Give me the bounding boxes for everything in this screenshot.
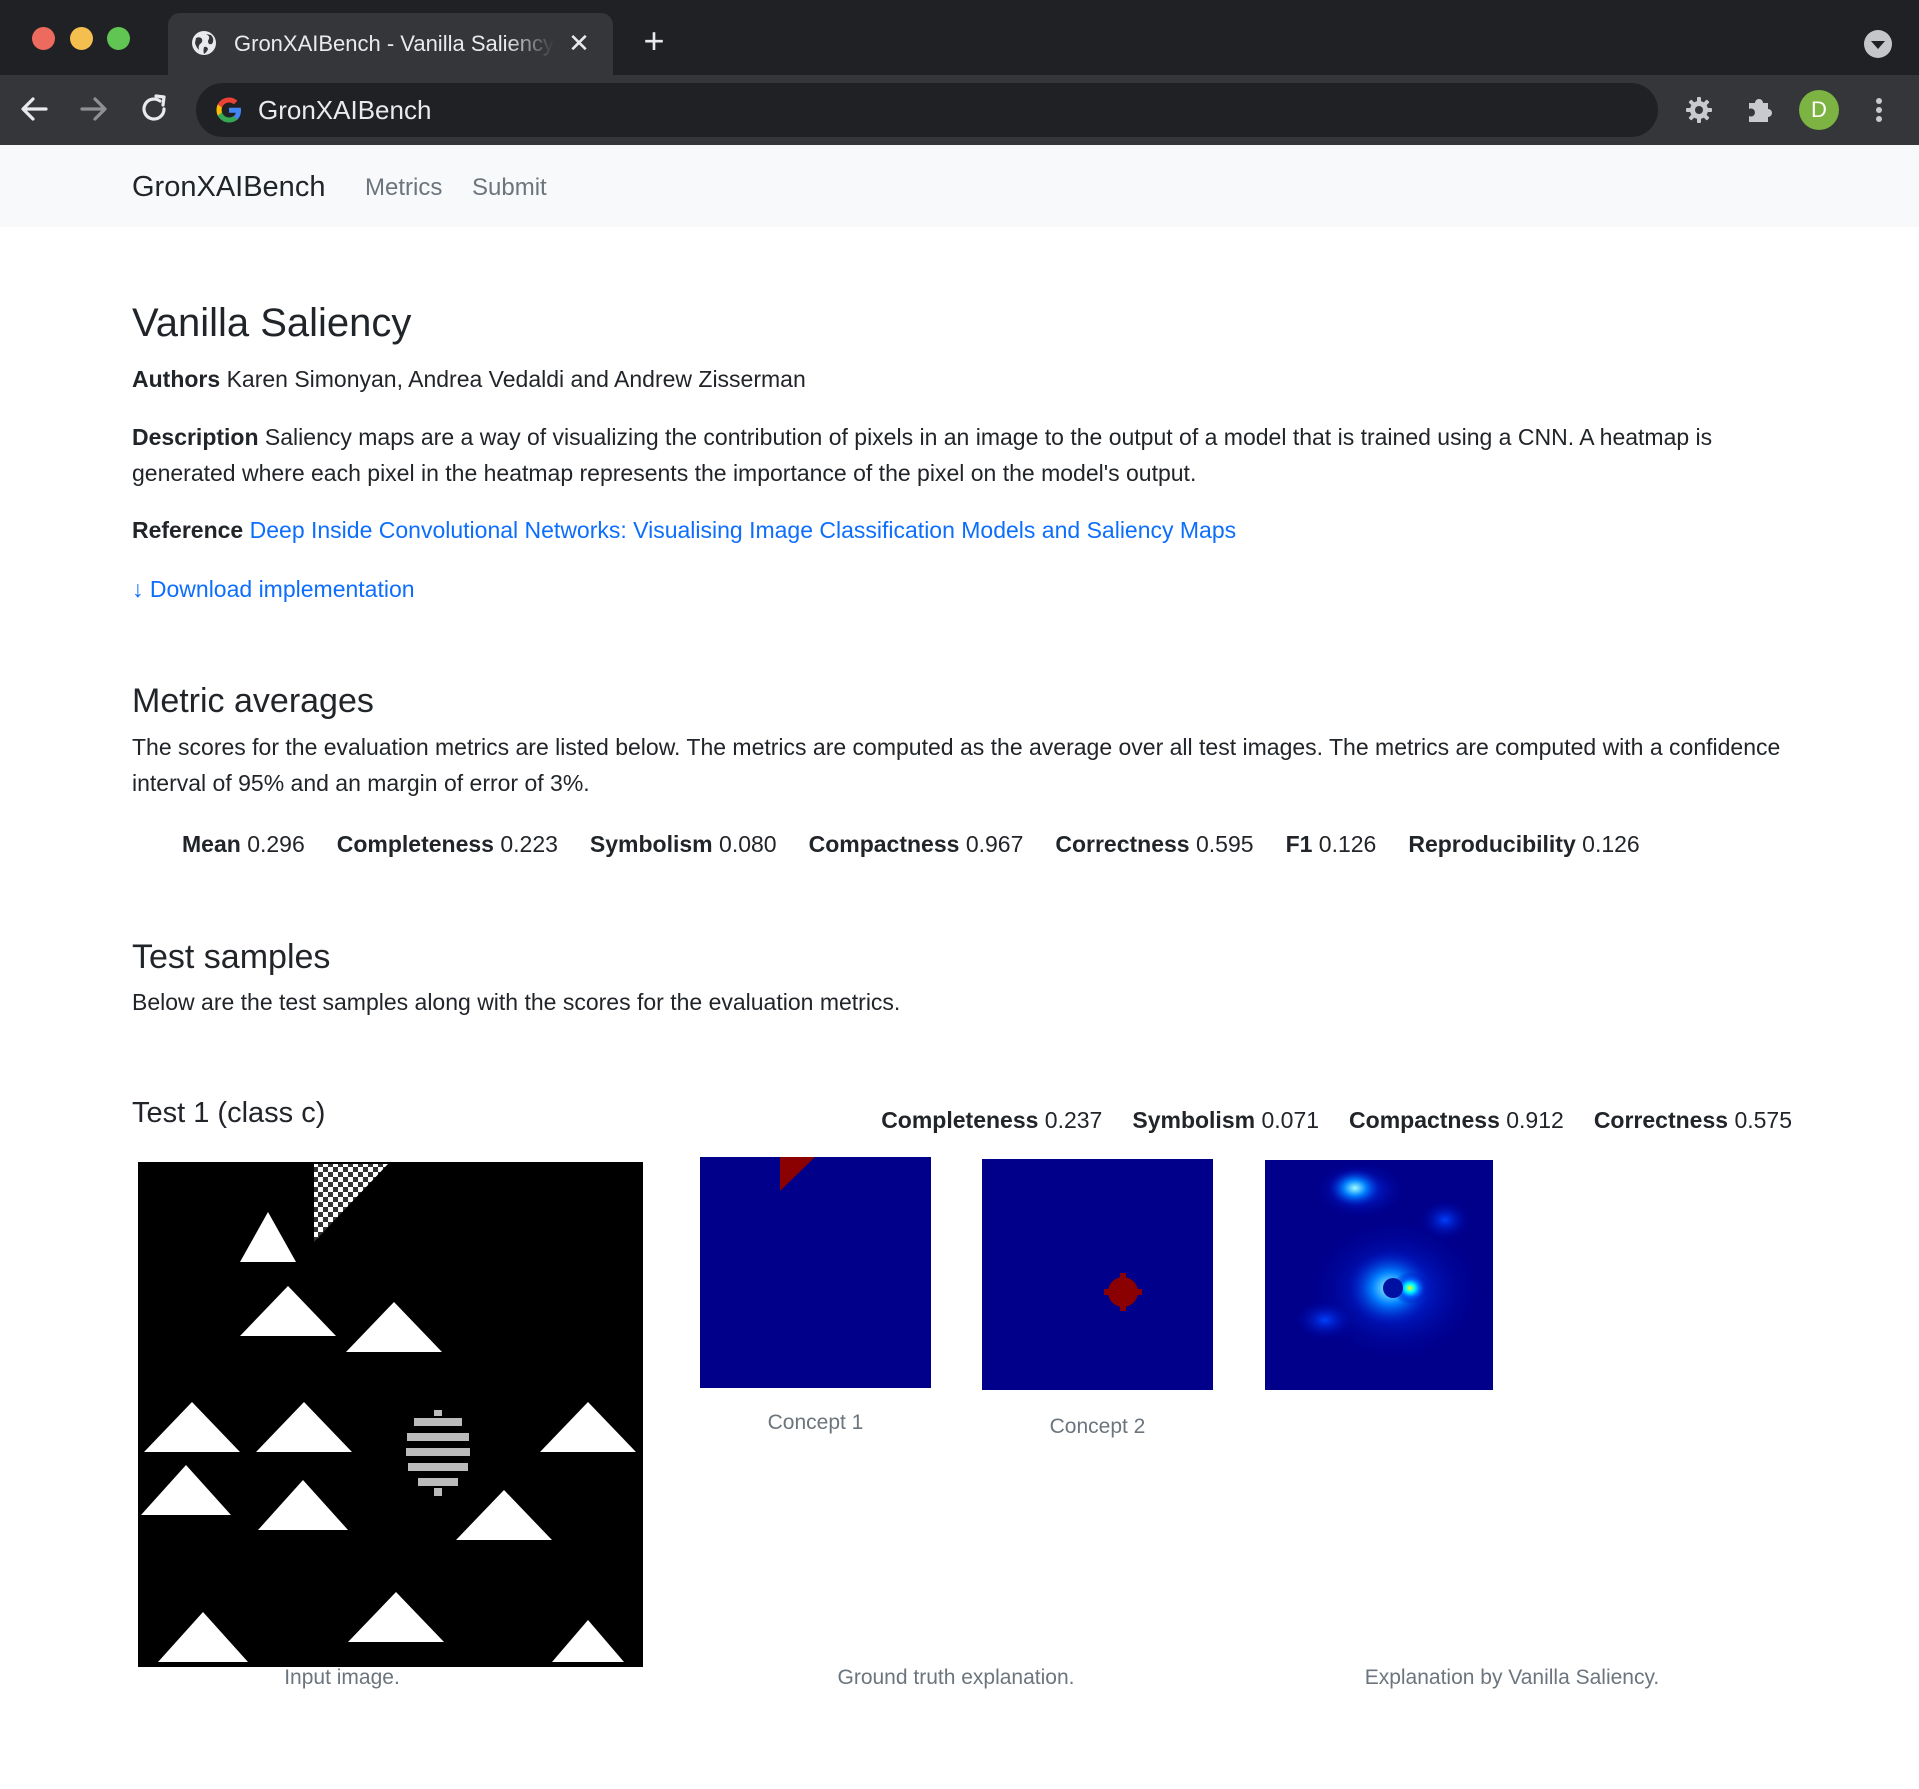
- description-paragraph: Description Saliency maps are a way of v…: [132, 419, 1792, 491]
- window-zoom-button[interactable]: [107, 27, 130, 50]
- download-implementation-link[interactable]: ↓ Download implementation: [132, 576, 415, 602]
- download-text: Download implementation: [149, 576, 415, 602]
- puzzle-icon[interactable]: [1741, 92, 1777, 128]
- address-bar[interactable]: GronXAIBench: [196, 83, 1658, 137]
- test-samples-intro: Below are the test samples along with th…: [132, 989, 901, 1015]
- ground-truth-caption: Ground truth explanation.: [837, 1666, 1075, 1689]
- concept-2-label: Concept 2: [1049, 1415, 1146, 1438]
- globe-icon: [192, 31, 216, 55]
- window-minimize-button[interactable]: [70, 27, 93, 50]
- concept-2-image: [982, 1159, 1213, 1390]
- gear-icon[interactable]: [1681, 92, 1717, 128]
- metric-averages-heading: Metric averages: [132, 682, 374, 720]
- test-metrics-row: Completeness 0.237 Symbolism 0.071 Compa…: [881, 1105, 1792, 1135]
- metric-compactness: Compactness 0.967: [808, 831, 1024, 857]
- authors-line: Authors Karen Simonyan, Andrea Vedaldi a…: [132, 361, 1792, 397]
- test-title: Test 1 (class c): [132, 1097, 326, 1129]
- reference-label: Reference: [132, 517, 244, 543]
- test-samples-heading: Test samples: [132, 938, 331, 976]
- concept-1-label: Concept 1: [767, 1411, 864, 1434]
- back-arrow-icon[interactable]: [16, 91, 52, 127]
- reload-icon[interactable]: [136, 91, 172, 127]
- browser-tab[interactable]: GronXAIBench - Vanilla Saliency ✕: [168, 13, 613, 75]
- reference-line: Reference Deep Inside Convolutional Netw…: [132, 512, 1792, 548]
- test-metric-completeness: Completeness 0.237: [881, 1107, 1103, 1133]
- metric-reproducibility: Reproducibility 0.126: [1408, 831, 1640, 857]
- site-brand[interactable]: GronXAIBench: [132, 169, 325, 205]
- input-image-caption: Input image.: [284, 1666, 400, 1689]
- site-navbar: GronXAIBench Metrics Submit: [0, 145, 1919, 227]
- browser-chrome: GronXAIBench - Vanilla Saliency ✕ + Gron…: [0, 0, 1919, 145]
- authors-label: Authors: [132, 366, 221, 392]
- metric-completeness: Completeness 0.223: [336, 831, 558, 857]
- test-metric-symbolism: Symbolism 0.071: [1132, 1107, 1320, 1133]
- url-text: GronXAIBench: [258, 95, 432, 125]
- avatar[interactable]: D: [1799, 90, 1839, 130]
- nav-link-metrics[interactable]: Metrics: [365, 173, 442, 203]
- page-title: Vanilla Saliency: [132, 301, 412, 345]
- download-line: ↓ Download implementation: [132, 571, 1792, 607]
- description-text: Saliency maps are a way of visualizing t…: [132, 424, 1713, 486]
- metric-mean: Mean 0.296: [182, 831, 305, 857]
- metric-averages-row: Mean 0.296 Completeness 0.223 Symbolism …: [182, 829, 1640, 859]
- forward-arrow-icon[interactable]: [76, 91, 112, 127]
- metric-symbolism: Symbolism 0.080: [589, 831, 777, 857]
- test-metric-correctness: Correctness 0.575: [1593, 1107, 1792, 1133]
- tab-search-icon[interactable]: [1864, 30, 1892, 58]
- input-image: [138, 1162, 643, 1667]
- metric-correctness: Correctness 0.595: [1055, 831, 1254, 857]
- description-label: Description: [132, 424, 259, 450]
- saliency-heatmap-image: [1265, 1160, 1493, 1390]
- download-icon: ↓: [132, 576, 144, 602]
- google-icon: [216, 97, 241, 123]
- reference-link[interactable]: Deep Inside Convolutional Networks: Visu…: [250, 517, 1237, 543]
- metric-averages-intro: The scores for the evaluation metrics ar…: [132, 734, 1781, 796]
- plus-icon[interactable]: +: [636, 23, 672, 60]
- explanation-caption: Explanation by Vanilla Saliency.: [1364, 1666, 1660, 1689]
- kebab-icon[interactable]: [1864, 92, 1894, 128]
- test-metric-compactness: Compactness 0.912: [1349, 1107, 1564, 1133]
- window-close-button[interactable]: [32, 27, 55, 50]
- browser-toolbar: GronXAIBench D: [0, 75, 1919, 145]
- metric-f1: F1 0.126: [1285, 831, 1377, 857]
- concept-1-image: [700, 1157, 931, 1388]
- nav-link-submit[interactable]: Submit: [472, 173, 547, 203]
- tab-title: GronXAIBench - Vanilla Saliency: [234, 31, 554, 56]
- authors-text: Karen Simonyan, Andrea Vedaldi and Andre…: [226, 366, 806, 392]
- close-icon[interactable]: ✕: [565, 29, 593, 57]
